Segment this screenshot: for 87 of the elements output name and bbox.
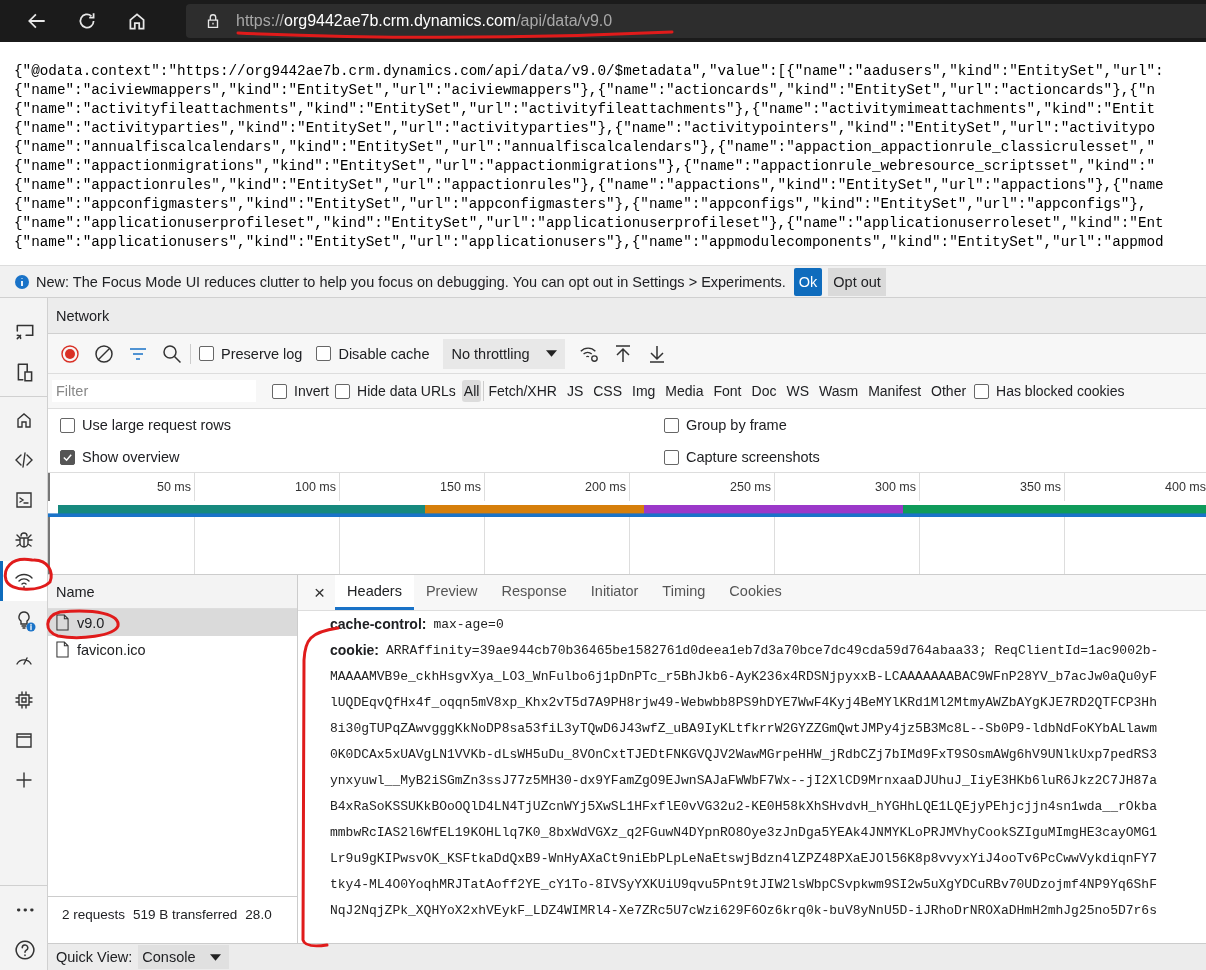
- tick-label: 350 ms: [1020, 480, 1061, 494]
- json-text-line: {"name":"applicationuserprofileset","kind":"EntitySet","url":"applicationuserprofileset"},{"name":"applicationuserroleset","kind":"Ent: [14, 214, 1165, 233]
- json-text-line: {"name":"activityfileattachments","kind":"EntitySet","url":"activityfileattachments"},{"name":"activitymimeattachments","kind":"Entit: [14, 100, 1157, 119]
- checkbox[interactable]: Disable cache: [316, 345, 430, 362]
- type-filter-button[interactable]: All: [461, 380, 482, 402]
- details-tab[interactable]: Response: [489, 575, 579, 610]
- header-value: Lr9u9gKIPwsvOK_KSFtkaDdQxB9-WnHyAXaCt9niEbPLpLeNaEtswjBdzn4lZPZ48PXaEJOl56K8p8vvyxYiJ4ooTv6PcCwwVykdiqnFY7: [330, 850, 1157, 866]
- checkbox[interactable]: Invert: [272, 383, 329, 399]
- address-bar[interactable]: https://org9442ae7b.crm.dynamics.com/api/data/v9.0: [186, 4, 1206, 38]
- caret-icon: [545, 348, 557, 359]
- file-icon: [56, 641, 69, 658]
- type-filter-button[interactable]: Manifest: [866, 380, 924, 402]
- infobar-message: New: The Focus Mode UI reduces clutter to help you focus on debugging. You can opt out in Settings > Experiments.: [36, 273, 786, 290]
- clear-icon[interactable]: [94, 343, 114, 364]
- close-button[interactable]: ×: [304, 575, 336, 610]
- header-value: lUQDEqvQfHx4f_oqqn5mV8xp_Khx2vT5d7A9PH8rjw49-Webwbb8PS9hDYE7WwF4Kyj4BeMYlKRd1Ml2MtmyAWZbAYgKJE7RD2QTFCP3Hh: [330, 694, 1157, 710]
- request-row[interactable]: v9.0: [48, 609, 297, 636]
- quick-view-dropdown[interactable]: Console: [138, 945, 229, 969]
- tick-label: 400 ms: [1165, 480, 1206, 494]
- tick-label: 250 ms: [730, 480, 771, 494]
- json-text-line: {"name":"appactionmigrations","kind":"EntitySet","url":"appactionmigrations"},{"name":"appactionrule_webresource_scriptsset","kind":": [14, 157, 1157, 176]
- header-name: cookie:: [330, 642, 379, 658]
- header-value: NqJ2NqjZPk_XQHYoX2xhVEykF_LDZ4WIMRl4-Xe7ZRc5U7cWzi629F6Oz6krq0k-buV8yNnU5D-iJRhoDrNROXaDHmH2mhJg25no5D7r6s: [330, 902, 1157, 918]
- checkbox[interactable]: Use large request rows: [60, 409, 664, 441]
- search-icon[interactable]: [162, 343, 182, 364]
- address-text: https://org9442ae7b.crm.dynamics.com/api/data/v9.0: [236, 12, 613, 30]
- type-filter-button[interactable]: Doc: [749, 380, 779, 402]
- checkbox[interactable]: Show overview: [60, 441, 664, 473]
- header-value: 0K0DCAx5xUAVgLN1VVKb-dLsWH5uDu_8VOnCxtTJEDtFNKGVQJV2WawMGrpeHHW_jRdbCZj7bIMd9FxT9SOsmAWg6hV9UNlkUxp7pedRS3: [330, 746, 1157, 762]
- checkbox[interactable]: Has blocked cookies: [974, 383, 1125, 399]
- tick-label: 150 ms: [440, 480, 481, 494]
- header-value: 8i30gTUPqZAwvgggKkNoDP8sa53fiL3yTQwD6J43wfZ_uBA9IyKLtfkrrW2GYZZGmQwtJMPy4jz5B3Mc8L--Sb0P9-ldbNdFoKYbALlawm: [330, 720, 1157, 736]
- tick-label: 300 ms: [875, 480, 916, 494]
- details-tab[interactable]: Headers: [335, 575, 414, 610]
- details-tab[interactable]: Cookies: [717, 575, 794, 610]
- type-filter-button[interactable]: CSS: [591, 380, 624, 402]
- header-value: B4xRaSoKSSUKkBOoOQlD4LN4TjUZcnWYj5XwSL1HFxflE0vVG32u2-KE0H58kXhSHvdvH_hYGHhLQE1LQEjyPEhjcjjn4sn1wda__rOkba: [330, 798, 1157, 814]
- header-value: ynxyuwl__MyB2iSGmZn3ssJ77z5MH30-dx9YFamZgO9EJwnSAJaFWWbF7Wx--jI2XlCD9MrnxaaDJUhuJ_IiyE3HKb6luR6Jkz2C7JH87a: [330, 772, 1157, 788]
- type-filter-button[interactable]: Other: [929, 380, 969, 402]
- type-filter-button[interactable]: Fetch/XHR: [486, 380, 559, 402]
- panel-tab[interactable]: Network: [56, 307, 110, 324]
- tick-label: 100 ms: [295, 480, 336, 494]
- summary-text: 2 requests: [62, 906, 126, 922]
- json-text-line: {"name":"appconfigmasters","kind":"EntitySet","url":"appconfigmasters"},{"name":"appconfigs","kind":"EntitySet","url":"appconfigs"},: [14, 195, 1148, 214]
- json-text-line: {"name":"applicationusers","kind":"EntitySet","url":"applicationusers"},{"name":"appmodulecomponents","kind":"EntitySet","url":"appmod: [14, 233, 1165, 252]
- checkbox[interactable]: Hide data URLs: [335, 383, 456, 399]
- header-value: tky4-ML4O0YoqhMRJTatAoff2YE_cY1To-8IVSyYXKUiU9qvu5Pnt9tJIW2lsWbpCSvpkwm9SI2w5uXgYDCuRBv70UDzojmf4NP9Yq6ShF: [330, 876, 1157, 892]
- quick-view-label: Quick View:: [56, 949, 133, 965]
- check-icon: [62, 451, 73, 463]
- summary-text: 28.0: [245, 906, 272, 922]
- info-icon: [14, 273, 30, 290]
- request-row[interactable]: favicon.ico: [48, 636, 297, 663]
- header-value: mmbwRcIAS2l6WfEL19KOHLlq7K0_8bxWdVGXz_q2FGuwN4DYpnRO8Oye3zJnDga5YEAk4JNMYKLoPRJMVhyCookSZIguMImgHE3cayOMG1: [330, 824, 1157, 840]
- json-text-line: {"@odata.context":"https://org9442ae7b.crm.dynamics.com/api/data/v9.0/$metadata","value":[{"name":"aadusers","kind":"EntitySet","url":: [14, 62, 1165, 81]
- type-filter-button[interactable]: Wasm: [817, 380, 861, 402]
- json-text-line: {"name":"annualfiscalcalendars","kind":"EntitySet","url":"annualfiscalcalendars"},{"name":"appaction_appactionrule_classicrulesset",": [14, 138, 1157, 157]
- header-value: max-age=0: [433, 616, 504, 632]
- help-icon[interactable]: [14, 939, 36, 961]
- checkbox[interactable]: Capture screenshots: [664, 441, 1206, 473]
- tick-label: 200 ms: [585, 480, 626, 494]
- details-tab[interactable]: Preview: [413, 575, 490, 610]
- type-filter-button[interactable]: JS: [564, 380, 586, 402]
- infobar-button[interactable]: Ok: [793, 267, 823, 296]
- checkbox[interactable]: Preserve log: [199, 345, 303, 362]
- type-filter-button[interactable]: WS: [784, 380, 811, 402]
- json-text-line: {"name":"appactionrules","kind":"EntitySet","url":"appactionrules"},{"name":"appactions","kind":"EntitySet","url":"appactions"},{"name: [14, 176, 1165, 195]
- tick-label: 50 ms: [156, 480, 191, 494]
- header-value: MAAAAMVB9e_ckhHsgvXya_LO3_WnFulbo6j1pDnPTc_r5BhJkb6-AyK236x4RDSNjpyxxB-LCAAAAAAABAC9WFnP28YV_b7acJw0aQu0yF: [330, 668, 1157, 684]
- details-tab[interactable]: Initiator: [578, 575, 651, 610]
- details-tab[interactable]: Timing: [650, 575, 718, 610]
- throttling-dropdown[interactable]: No throttling: [443, 338, 565, 369]
- caret-icon: [209, 951, 221, 963]
- file-icon: [56, 614, 69, 631]
- checkbox[interactable]: Group by frame: [664, 409, 1206, 441]
- type-filter-button[interactable]: Font: [711, 380, 744, 402]
- header-name: cache-control:: [330, 616, 427, 632]
- type-filter-button[interactable]: Media: [663, 380, 706, 402]
- infobar-button[interactable]: Opt out: [828, 267, 886, 296]
- type-filter-button[interactable]: Img: [630, 380, 658, 402]
- filter-field[interactable]: Filter: [52, 380, 256, 402]
- json-text-line: {"name":"aciviewmappers","kind":"EntitySet","url":"aciviewmappers"},{"name":"actioncards","kind":"EntitySet","url":"actioncards"},{"n: [14, 81, 1157, 100]
- json-text-line: {"name":"activityparties","kind":"EntitySet","url":"activityparties"},{"name":"activitypointers","kind":"EntitySet","url":"activitypo: [14, 119, 1157, 138]
- chip-icon[interactable]: [14, 690, 36, 712]
- record-icon[interactable]: [60, 343, 80, 364]
- summary-text: 519 B transferred: [133, 906, 238, 922]
- header-value: ARRAffinity=39ae944cb70b36465be1582761d0deea1eb7d3a70bce7dc49cda59d764abaa33; ReqClientId=1ac9002b-: [386, 642, 1159, 658]
- column-header[interactable]: Name: [56, 583, 95, 600]
